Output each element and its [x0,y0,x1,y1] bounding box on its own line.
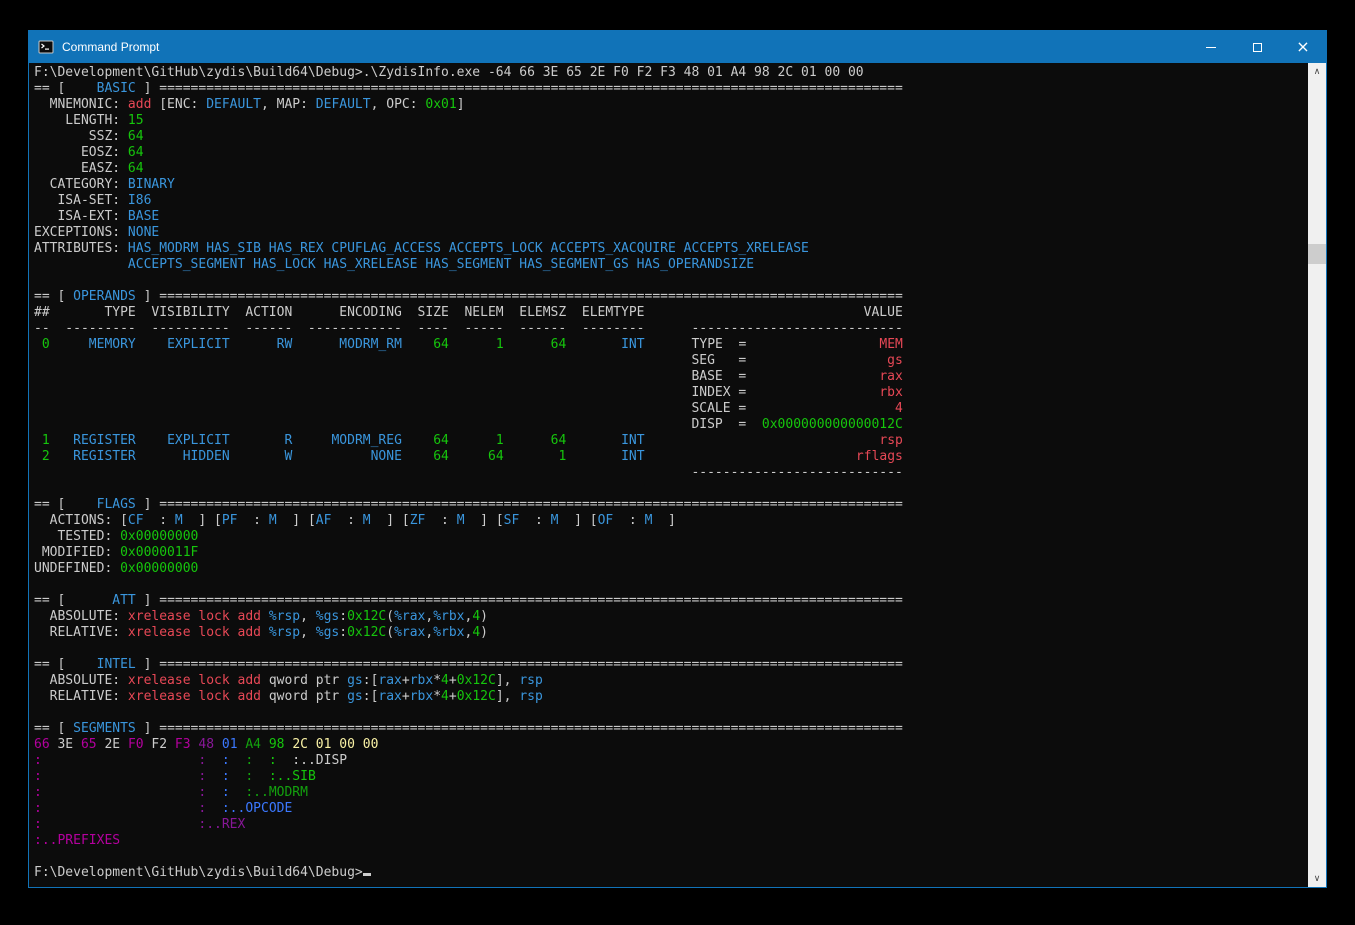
terminal-line: : : : : :..SIB [34,769,1308,785]
minimize-button[interactable] [1188,31,1234,63]
terminal-line: EOSZ: 64 [34,145,1308,161]
text-cursor [363,873,371,876]
close-icon: × [1296,39,1309,55]
terminal-line [34,273,1308,289]
terminal-line: F:\Development\GitHub\zydis\Build64\Debu… [34,65,1308,81]
terminal-line: ## TYPE VISIBILITY ACTION ENCODING SIZE … [34,305,1308,321]
terminal-line: EASZ: 64 [34,161,1308,177]
terminal-line: UNDEFINED: 0x00000000 [34,561,1308,577]
terminal-line: : : :..OPCODE [34,801,1308,817]
terminal-line: :..PREFIXES [34,833,1308,849]
terminal-line: == [ OPERANDS ] ========================… [34,289,1308,305]
terminal-line: ABSOLUTE: xrelease lock add qword ptr gs… [34,673,1308,689]
command-prompt-window: Command Prompt × F:\Development\GitHub\z… [28,30,1327,888]
terminal-line: SEG = gs [34,353,1308,369]
scrollbar-thumb[interactable] [1308,244,1326,264]
minimize-icon [1206,47,1216,48]
scrollbar-track[interactable]: ∧ ∨ [1308,63,1326,887]
terminal-line: == [ SEGMENTS ] ========================… [34,721,1308,737]
cmd-icon [38,39,54,55]
terminal-line: MNEMONIC: add [ENC: DEFAULT, MAP: DEFAUL… [34,97,1308,113]
maximize-icon [1253,43,1262,52]
terminal-line: 1 REGISTER EXPLICIT R MODRM_REG 64 1 64 … [34,433,1308,449]
terminal-line [34,577,1308,593]
title-bar[interactable]: Command Prompt × [29,31,1326,63]
terminal-line: CATEGORY: BINARY [34,177,1308,193]
terminal-line: ATTRIBUTES: HAS_MODRM HAS_SIB HAS_REX CP… [34,241,1308,257]
terminal-line: == [ FLAGS ] ===========================… [34,497,1308,513]
terminal-line: --------------------------- [34,465,1308,481]
terminal-line: TESTED: 0x00000000 [34,529,1308,545]
terminal-line: ACTIONS: [CF : M ] [PF : M ] [AF : M ] [… [34,513,1308,529]
scroll-up-button[interactable]: ∧ [1308,63,1326,80]
terminal-line: BASE = rax [34,369,1308,385]
terminal-line: SSZ: 64 [34,129,1308,145]
maximize-button[interactable] [1234,31,1280,63]
scroll-down-button[interactable]: ∨ [1308,870,1326,887]
terminal-line [34,849,1308,865]
caption-buttons: × [1188,31,1326,63]
terminal-line [34,481,1308,497]
terminal-line [34,641,1308,657]
terminal-line: == [ ATT ] =============================… [34,593,1308,609]
terminal-line: ISA-SET: I86 [34,193,1308,209]
terminal-line: LENGTH: 15 [34,113,1308,129]
terminal-line: 2 REGISTER HIDDEN W NONE 64 64 1 INT rfl… [34,449,1308,465]
window-title: Command Prompt [62,40,159,54]
terminal-line: : :..REX [34,817,1308,833]
terminal-line: == [ BASIC ] ===========================… [34,81,1308,97]
close-button[interactable]: × [1280,31,1326,63]
terminal-line: ISA-EXT: BASE [34,209,1308,225]
terminal-line: 66 3E 65 2E F0 F2 F3 48 01 A4 98 2C 01 0… [34,737,1308,753]
terminal-line: RELATIVE: xrelease lock add %rsp, %gs:0x… [34,625,1308,641]
terminal-line: ACCEPTS_SEGMENT HAS_LOCK HAS_XRELEASE HA… [34,257,1308,273]
terminal-line: ABSOLUTE: xrelease lock add %rsp, %gs:0x… [34,609,1308,625]
terminal-line [34,705,1308,721]
console-output[interactable]: F:\Development\GitHub\zydis\Build64\Debu… [29,63,1308,887]
terminal-line: SCALE = 4 [34,401,1308,417]
terminal-line: EXCEPTIONS: NONE [34,225,1308,241]
terminal-line: RELATIVE: xrelease lock add qword ptr gs… [34,689,1308,705]
terminal-line: INDEX = rbx [34,385,1308,401]
terminal-line: : : : : : :..DISP [34,753,1308,769]
terminal-line: -- --------- ---------- ------ ---------… [34,321,1308,337]
terminal-line: 0 MEMORY EXPLICIT RW MODRM_RM 64 1 64 IN… [34,337,1308,353]
terminal-line: == [ INTEL ] ===========================… [34,657,1308,673]
terminal-line: F:\Development\GitHub\zydis\Build64\Debu… [34,865,1308,881]
terminal-line: MODIFIED: 0x0000011F [34,545,1308,561]
terminal-line: : : : :..MODRM [34,785,1308,801]
terminal-line: DISP = 0x000000000000012C [34,417,1308,433]
